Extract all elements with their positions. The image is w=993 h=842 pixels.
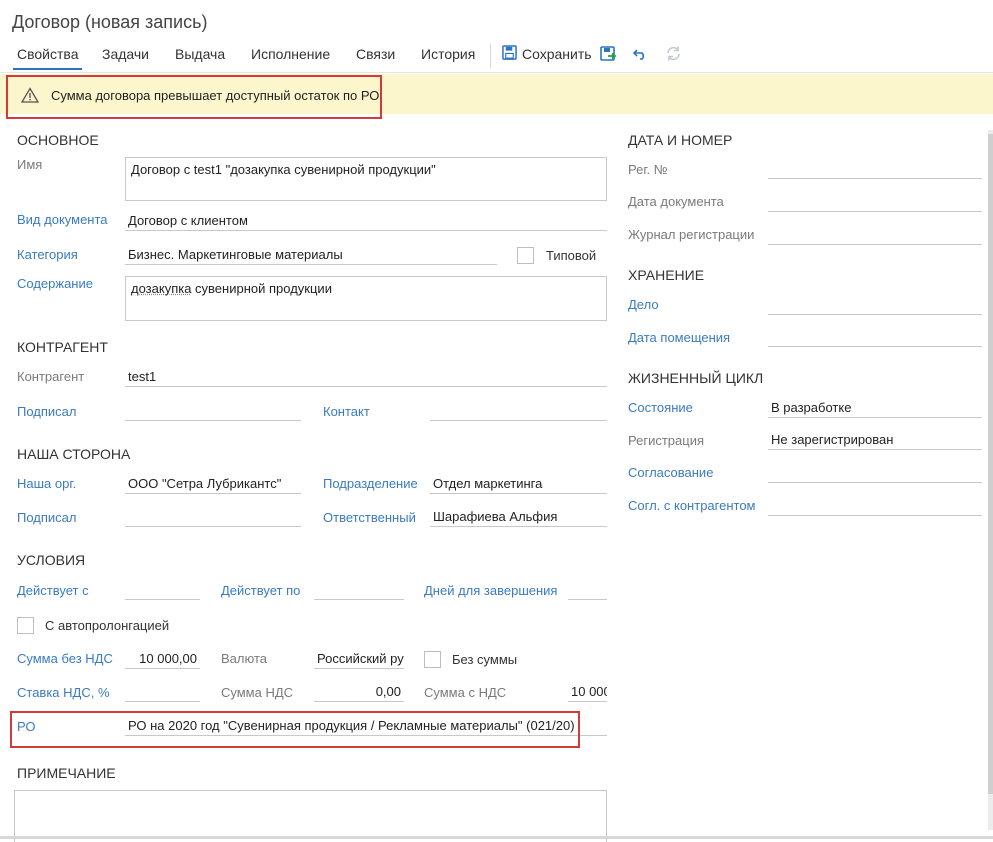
reg-number-label: Рег. № [628, 162, 668, 177]
doctype-link[interactable]: Вид документа [17, 212, 108, 227]
refresh-icon [665, 45, 682, 65]
signed-counterparty-link[interactable]: Подписал [17, 404, 77, 419]
sum-no-vat-link[interactable]: Сумма без НДС [17, 651, 113, 666]
days-to-complete-link[interactable]: Дней для завершения [424, 583, 557, 598]
journal-label: Журнал регистрации [628, 227, 755, 242]
section-counterparty-title: КОНТРАГЕНТ [17, 339, 108, 355]
vat-rate-link[interactable]: Ставка НДС, % [17, 685, 110, 700]
valid-from-field[interactable] [125, 580, 200, 600]
typical-label: Типовой [546, 248, 597, 263]
tab-properties[interactable]: Свойства [12, 46, 84, 70]
content-misspelled-word: дозакупка [131, 281, 192, 296]
vat-rate-field[interactable] [125, 682, 200, 702]
state-link[interactable]: Состояние [628, 400, 693, 415]
responsible-link[interactable]: Ответственный [323, 510, 416, 525]
sum-no-vat-field[interactable]: 10 000,00 [125, 649, 200, 669]
autoprolong-label: С автопролонгацией [45, 618, 170, 633]
save-and-close-button[interactable] [600, 46, 617, 65]
counterparty-label: Контрагент [17, 369, 85, 384]
counterparty-field[interactable]: test1 [125, 367, 607, 387]
department-field[interactable]: Отдел маркетинга [430, 474, 607, 494]
state-field[interactable]: В разработке [768, 398, 982, 418]
counterparty-approval-link[interactable]: Согл. с контрагентом [628, 498, 756, 513]
no-sum-label: Без суммы [452, 652, 518, 667]
toolbar-separator [490, 44, 491, 68]
content-textarea[interactable]: дозакупка сувенирной продукции [125, 276, 607, 321]
valid-to-field[interactable] [314, 580, 404, 600]
sum-with-vat-field[interactable]: 10 000 [568, 682, 607, 702]
doc-date-field[interactable] [768, 192, 982, 212]
section-note-title: ПРИМЕЧАНИЕ [17, 765, 116, 781]
our-org-field[interactable]: ООО "Сетра Лубрикантс" [125, 474, 301, 494]
approval-field[interactable] [768, 463, 982, 483]
valid-to-link[interactable]: Действует по [221, 583, 300, 598]
tab-tasks[interactable]: Задачи [102, 46, 149, 62]
section-storage-title: ХРАНЕНИЕ [628, 267, 705, 283]
signed-our-field[interactable] [125, 507, 301, 527]
doctype-field[interactable]: Договор с клиентом [125, 211, 607, 231]
section-date-number-title: ДАТА И НОМЕР [628, 132, 733, 148]
content-link[interactable]: Содержание [17, 276, 93, 291]
ro-highlight-frame [10, 711, 580, 748]
case-field[interactable] [768, 295, 982, 315]
placed-date-field[interactable] [768, 327, 982, 347]
save-icon [502, 45, 517, 63]
registration-label: Регистрация [628, 433, 704, 448]
save-button-label: Сохранить [522, 46, 592, 62]
signed-counterparty-field[interactable] [125, 401, 301, 421]
note-textarea[interactable] [14, 790, 607, 842]
tab-issue[interactable]: Выдача [175, 46, 225, 62]
page-title: Договор (новая запись) [12, 12, 208, 32]
tabs-divider [0, 72, 993, 73]
placed-date-link[interactable]: Дата помещения [628, 330, 730, 345]
name-textarea[interactable]: Договор с test1 "дозакупка сувенирной пр… [125, 157, 607, 201]
contact-link[interactable]: Контакт [323, 404, 370, 419]
section-conditions-title: УСЛОВИЯ [17, 552, 86, 568]
section-lifecycle-title: ЖИЗНЕННЫЙ ЦИКЛ [628, 370, 764, 386]
sum-with-vat-label: Сумма с НДС [424, 685, 507, 700]
content-text: сувенирной продукции [191, 281, 332, 296]
refresh-button[interactable] [665, 45, 682, 65]
vat-sum-label: Сумма НДС [221, 685, 294, 700]
responsible-field[interactable]: Шарафиева Альфия [430, 507, 607, 527]
our-org-link[interactable]: Наша орг. [17, 476, 76, 491]
days-to-complete-field[interactable] [568, 580, 607, 600]
approval-link[interactable]: Согласование [628, 465, 713, 480]
warning-highlight-frame [6, 75, 382, 119]
category-field[interactable]: Бизнес. Маркетинговые материалы [125, 245, 497, 265]
registration-field[interactable]: Не зарегистрирован [768, 430, 982, 450]
counterparty-approval-field[interactable] [768, 496, 982, 516]
journal-field[interactable] [768, 225, 982, 245]
vat-sum-field[interactable]: 0,00 [314, 682, 404, 702]
no-sum-checkbox[interactable] [424, 651, 441, 668]
save-button[interactable]: Сохранить [502, 45, 592, 63]
signed-our-link[interactable]: Подписал [17, 510, 77, 525]
undo-button[interactable] [632, 47, 648, 63]
reg-number-field[interactable] [768, 159, 982, 179]
tab-history[interactable]: История [421, 46, 475, 62]
tab-links[interactable]: Связи [356, 46, 395, 62]
case-link[interactable]: Дело [628, 297, 659, 312]
contact-field[interactable] [430, 401, 607, 421]
typical-checkbox[interactable] [517, 247, 534, 264]
tab-execution[interactable]: Исполнение [251, 46, 330, 62]
section-our-side-title: НАША СТОРОНА [17, 446, 131, 462]
section-main-title: ОСНОВНОЕ [17, 132, 99, 148]
bottom-border [0, 836, 993, 839]
undo-icon [632, 47, 648, 63]
valid-from-link[interactable]: Действует с [17, 583, 89, 598]
department-link[interactable]: Подразделение [323, 476, 418, 491]
save-close-icon [600, 46, 617, 65]
currency-field[interactable]: Российский ру [314, 649, 404, 669]
scrollbar-thumb[interactable] [988, 134, 993, 794]
doc-date-label: Дата документа [628, 194, 724, 209]
autoprolong-checkbox[interactable] [17, 617, 34, 634]
currency-label: Валюта [221, 651, 267, 666]
category-link[interactable]: Категория [17, 247, 78, 262]
name-label: Имя [17, 157, 43, 172]
